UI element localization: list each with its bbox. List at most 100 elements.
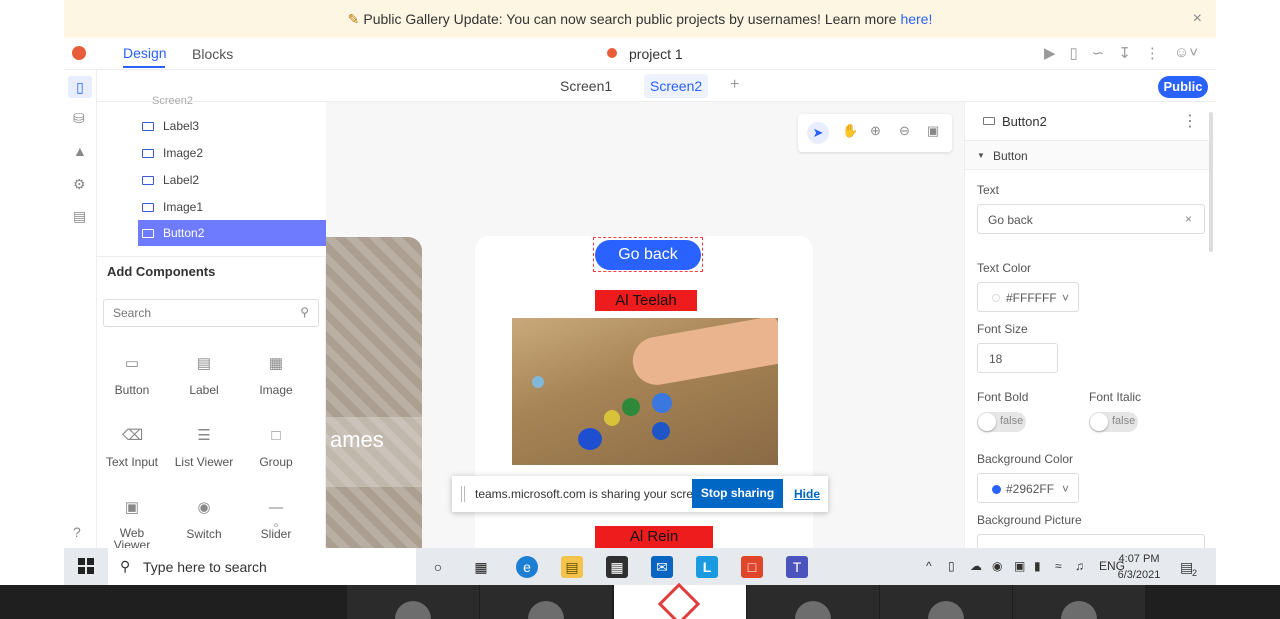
participant-tile[interactable] [880, 585, 1012, 619]
lync-icon[interactable]: L [696, 556, 718, 578]
onedrive-icon[interactable]: ☁ [970, 559, 982, 573]
device-icon[interactable]: ▯ [1070, 44, 1078, 62]
public-button[interactable]: Public [1158, 76, 1208, 98]
tree-item-button2[interactable]: Button2 [138, 220, 326, 246]
text-color-picker[interactable]: #FFFFFF ˅ [977, 282, 1079, 312]
participant-tile[interactable] [1013, 585, 1145, 619]
tab-screen2[interactable]: Screen2 [644, 74, 709, 98]
screen-tabs-bar: Screen1 Screen2 + Public [97, 70, 1216, 102]
component-button[interactable]: ▭ Button [102, 355, 162, 397]
component-group[interactable]: □ Group [246, 427, 306, 469]
task-view-icon[interactable]: ▦ [470, 556, 492, 578]
font-bold-toggle[interactable]: false [977, 412, 1026, 432]
participant-tile[interactable] [747, 585, 879, 619]
marbles-image[interactable] [512, 318, 778, 465]
zoom-out-icon[interactable]: ⊖ [899, 123, 910, 139]
clear-icon[interactable]: × [1185, 212, 1192, 226]
component-list-viewer[interactable]: ☰ List Viewer [174, 427, 234, 469]
text-color-label: Text Color [977, 261, 1032, 275]
tray-app-icon[interactable]: ▯ [948, 559, 955, 573]
notification-count: 2 [1192, 568, 1198, 578]
account-icon[interactable]: ☺˅ [1174, 44, 1198, 62]
tree-item-image2[interactable]: Image2 [138, 140, 326, 166]
edge-icon[interactable]: e [516, 556, 538, 578]
cortana-icon[interactable]: ○ [427, 556, 449, 578]
database-icon[interactable]: ⛁ [73, 110, 85, 127]
tree-item-label3[interactable]: Label3 [138, 113, 326, 139]
docs-icon[interactable]: ▤ [73, 208, 86, 225]
more-vertical-icon[interactable]: ⋮ [1182, 111, 1198, 131]
file-explorer-icon[interactable]: ▤ [561, 556, 583, 578]
component-label: Group [259, 455, 293, 469]
design-canvas[interactable]: ames ➤ ✋ ⊕ ⊖ ▣ Go back Al Teelah Al Rein [326, 102, 964, 548]
office-icon[interactable]: □ [741, 556, 763, 578]
component-slider[interactable]: —◦ Slider [246, 499, 306, 541]
chevron-down-icon: ˅ [1061, 482, 1069, 496]
share-icon[interactable]: ∽ [1092, 44, 1105, 62]
volume-icon[interactable]: ♫ [1075, 559, 1084, 573]
wifi-icon[interactable]: ≈ [1055, 559, 1062, 573]
project-name[interactable]: project 1 [629, 46, 683, 62]
participant-tile[interactable] [347, 585, 479, 619]
tray-chevron-icon[interactable]: ^ [926, 559, 932, 573]
windows-taskbar: ⚲ Type here to search ○ ▦ e ▤ ▦ ✉ L □ T … [64, 548, 1216, 585]
store-icon[interactable]: ▦ [606, 556, 628, 578]
more-vertical-icon[interactable]: ⋮ [1145, 44, 1160, 62]
drag-handle-icon[interactable] [461, 486, 465, 502]
windows-start-icon[interactable] [78, 558, 94, 574]
component-label: Button [114, 383, 150, 397]
component-search-input[interactable] [104, 300, 284, 326]
button-icon: ▭ [124, 355, 140, 372]
hide-link[interactable]: Hide [794, 487, 820, 501]
zoom-in-icon[interactable]: ⊕ [870, 123, 881, 139]
settings-icon[interactable]: ⚙ [73, 176, 86, 193]
taskbar-search[interactable]: ⚲ Type here to search [108, 548, 416, 585]
section-header-button[interactable]: ▼ Button [965, 140, 1209, 170]
group-icon: □ [271, 427, 281, 444]
banner-learn-more-link[interactable]: here! [900, 11, 932, 27]
background-picture-field[interactable] [977, 534, 1205, 548]
component-switch[interactable]: ◉ Switch [174, 499, 234, 541]
play-icon[interactable]: ▶ [1044, 44, 1056, 62]
tab-screen1[interactable]: Screen1 [560, 78, 612, 94]
screens-icon[interactable]: ▯ [68, 76, 92, 98]
component-search[interactable]: ⚲ [103, 299, 319, 327]
banner-close-icon[interactable]: × [1193, 10, 1202, 28]
component-label[interactable]: ▤ Label [174, 355, 234, 397]
screen1-preview[interactable]: ames [326, 237, 422, 548]
component-web-viewer[interactable]: ▣ Web Viewer [102, 499, 162, 551]
component-image[interactable]: ▦ Image [246, 355, 306, 397]
font-size-field[interactable]: 18 [977, 343, 1058, 373]
label-al-rein[interactable]: Al Rein [595, 526, 713, 548]
microphone-icon[interactable]: ◉ [992, 559, 1002, 573]
stop-sharing-button[interactable]: Stop sharing [692, 479, 783, 508]
properties-scrollbar[interactable] [1209, 112, 1213, 252]
tab-design[interactable]: Design [123, 45, 167, 61]
clock[interactable]: 4:07 PM 6/3/2021 [1115, 551, 1163, 583]
top-actions: ▶ ▯ ∽ ↧ ⋮ ☺˅ [1044, 44, 1198, 62]
font-italic-toggle[interactable]: false [1089, 412, 1138, 432]
component-text-input[interactable]: ⌫ Text Input [102, 427, 162, 469]
background-color-picker[interactable]: #2962FF ˅ [977, 473, 1079, 503]
battery-icon[interactable]: ▮ [1034, 559, 1041, 573]
go-back-button[interactable]: Go back [595, 240, 701, 270]
participant-tile[interactable] [480, 585, 612, 619]
mail-icon[interactable]: ✉ [651, 556, 673, 578]
selected-component-name: Button2 [1002, 114, 1047, 129]
fit-screen-icon[interactable]: ▣ [927, 123, 939, 139]
download-icon[interactable]: ↧ [1118, 44, 1131, 62]
tree-item-text: Button2 [163, 226, 205, 240]
select-tool-icon[interactable]: ➤ [807, 122, 829, 144]
tab-blocks[interactable]: Blocks [192, 46, 233, 62]
tray-display-icon[interactable]: ▣ [1014, 559, 1025, 573]
label-al-teelah[interactable]: Al Teelah [595, 290, 697, 311]
tree-item-screen2-partial[interactable]: Screen2 [152, 95, 193, 107]
add-screen-button[interactable]: + [730, 76, 739, 94]
teams-icon[interactable]: T [786, 556, 808, 578]
tree-item-label2[interactable]: Label2 [138, 167, 326, 193]
assets-icon[interactable]: ▲ [73, 143, 87, 159]
help-icon[interactable]: ? [73, 524, 81, 540]
tree-item-image1[interactable]: Image1 [138, 194, 326, 220]
text-field[interactable]: Go back × [977, 204, 1205, 234]
pan-tool-icon[interactable]: ✋ [842, 123, 858, 139]
